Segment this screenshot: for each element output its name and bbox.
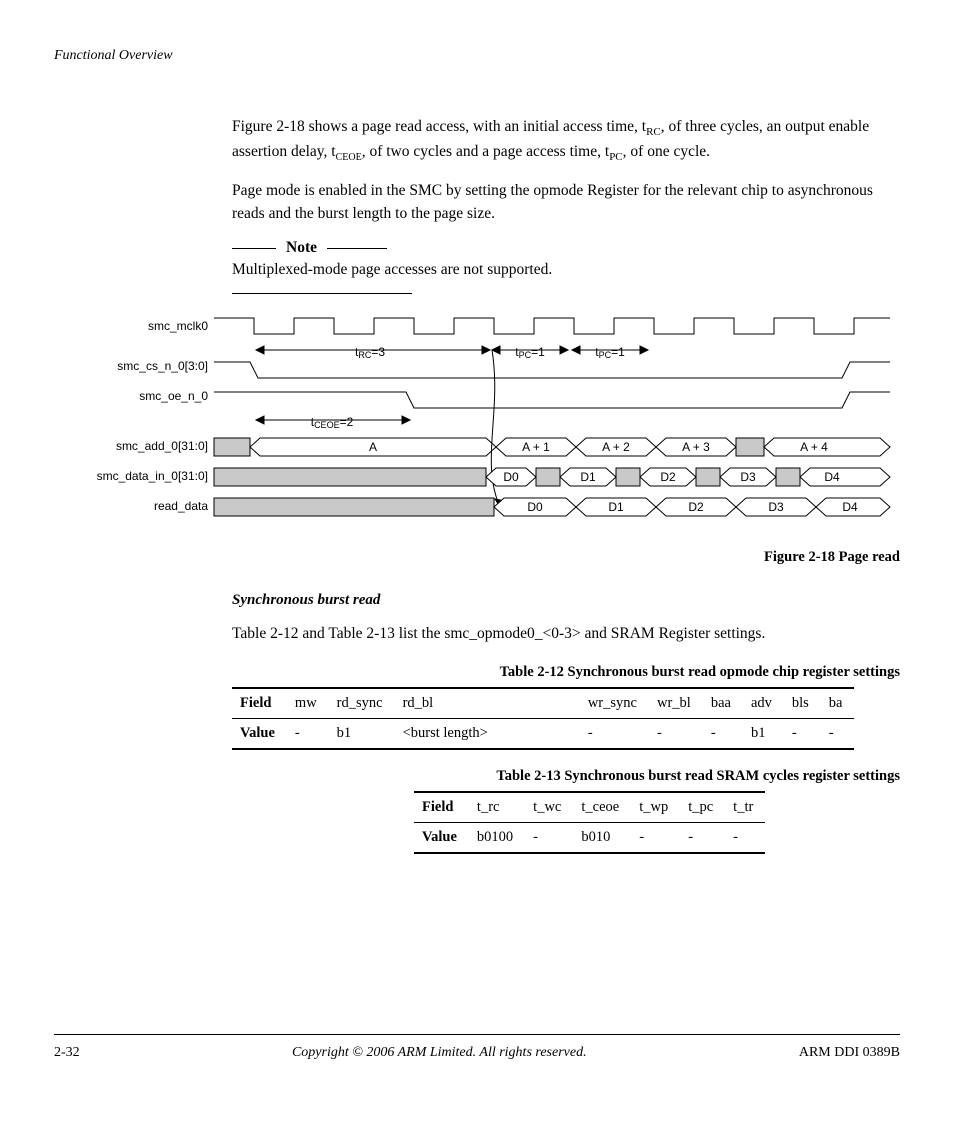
addr-A2: A + 2 — [602, 440, 630, 454]
t13-v3: - — [631, 822, 680, 853]
footer-page-num: 2-32 — [54, 1045, 80, 1061]
p1-c: , of two cycles and a page access time, … — [362, 143, 609, 160]
note-body: Multiplexed-mode page accesses are not s… — [232, 259, 900, 281]
table13-caption: Table 2-13 Synchronous burst read SRAM c… — [54, 768, 900, 785]
p1-d: , of one cycle. — [623, 143, 710, 160]
t13-h5: t_tr — [725, 792, 765, 823]
footer-doc-id: ARM DDI 0389B — [799, 1045, 900, 1061]
t12-v2: <burst length> — [395, 718, 500, 749]
label-tpc2: tPC=1 — [595, 345, 625, 360]
t12-v4: - — [580, 718, 649, 749]
t13-h3: t_wp — [631, 792, 680, 823]
addr-A1: A + 1 — [522, 440, 550, 454]
t12-v8: - — [784, 718, 821, 749]
t12-h8: bls — [784, 688, 821, 719]
sig-label-mclk: smc_mclk0 — [148, 319, 208, 333]
t12-v0: - — [287, 718, 329, 749]
sig-label-cs: smc_cs_n_0[3:0] — [117, 359, 208, 373]
t12-v3 — [500, 718, 580, 749]
table12-caption: Table 2-12 Synchronous burst read opmode… — [54, 664, 900, 681]
figure-caption: Figure 2-18 Page read — [54, 549, 900, 566]
t12-h4: wr_sync — [580, 688, 649, 719]
t12-value-h: Value — [232, 718, 287, 749]
rd-D0: D0 — [527, 500, 543, 514]
t12-h9: ba — [821, 688, 855, 719]
t12-v9: - — [821, 718, 855, 749]
t12-field-h: Field — [232, 688, 287, 719]
paragraph-2: Page mode is enabled in the SMC by setti… — [232, 180, 900, 225]
din-D2: D2 — [660, 470, 676, 484]
t13-v0: b0100 — [469, 822, 525, 853]
t12-v5: - — [649, 718, 703, 749]
p3-text: Table 2-12 and Table 2-13 list the smc_o… — [232, 623, 900, 645]
note-rule-right — [327, 248, 387, 249]
t13-h4: t_pc — [680, 792, 725, 823]
figure-2-18-diagram: smc_mclk0 smc_cs_n_0[3:0] smc_oe_n_0 smc… — [50, 312, 900, 527]
label-tpc1: tPC=1 — [515, 345, 545, 360]
t12-h7: adv — [743, 688, 784, 719]
t12-v6: - — [703, 718, 743, 749]
sig-label-din: smc_data_in_0[31:0] — [97, 469, 208, 483]
din-D0: D0 — [503, 470, 519, 484]
t12-h1: rd_sync — [329, 688, 395, 719]
note-rule-left — [232, 248, 276, 249]
p1-sub1: RC — [646, 126, 661, 138]
t13-h0: t_rc — [469, 792, 525, 823]
note-footer-rule — [232, 293, 412, 294]
subheading-sync-burst-read: Synchronous burst read — [232, 592, 900, 609]
table-2-12: Field mw rd_sync rd_bl wr_sync wr_bl baa… — [232, 687, 854, 750]
addr-A: A — [369, 440, 377, 454]
sig-label-rd: read_data — [154, 499, 208, 513]
din-D3: D3 — [740, 470, 756, 484]
paragraph-3: Table 2-12 and Table 2-13 list the smc_o… — [232, 623, 900, 645]
t12-h5: wr_bl — [649, 688, 703, 719]
rd-D4: D4 — [842, 500, 858, 514]
p1-a: Figure 2-18 shows a page read access, wi… — [232, 118, 646, 135]
t12-v7: b1 — [743, 718, 784, 749]
t13-value-h: Value — [414, 822, 469, 853]
din-D1: D1 — [580, 470, 596, 484]
p1-sub2: CEOE — [336, 152, 362, 163]
rd-D2: D2 — [688, 500, 704, 514]
t13-v5: - — [725, 822, 765, 853]
rd-D1: D1 — [608, 500, 624, 514]
sig-label-oe: smc_oe_n_0 — [139, 389, 208, 403]
t13-v2: b010 — [573, 822, 631, 853]
p2-text: Page mode is enabled in the SMC by setti… — [232, 180, 900, 225]
t13-h1: t_wc — [525, 792, 573, 823]
din-D4: D4 — [824, 470, 840, 484]
t13-v1: - — [525, 822, 573, 853]
paragraph-1: Figure 2-18 shows a page read access, wi… — [232, 116, 900, 166]
t12-v1: b1 — [329, 718, 395, 749]
sig-label-add: smc_add_0[31:0] — [116, 439, 208, 453]
footer-copyright: Copyright © 2006 ARM Limited. All rights… — [292, 1045, 587, 1061]
footer: 2-32 Copyright © 2006 ARM Limited. All r… — [54, 1035, 900, 1061]
t12-h3 — [500, 688, 580, 719]
addr-A4: A + 4 — [800, 440, 828, 454]
label-tceoe: tCEOE=2 — [311, 415, 354, 430]
note-label: Note — [286, 239, 317, 257]
t12-h6: baa — [703, 688, 743, 719]
rd-D3: D3 — [768, 500, 784, 514]
t13-h2: t_ceoe — [573, 792, 631, 823]
running-header: Functional Overview — [54, 48, 900, 64]
addr-A3: A + 3 — [682, 440, 710, 454]
label-trc: tRC=3 — [355, 345, 385, 360]
t12-h2: rd_bl — [395, 688, 500, 719]
note-block: Note Multiplexed-mode page accesses are … — [232, 239, 900, 294]
t12-h0: mw — [287, 688, 329, 719]
table-2-13: Field t_rc t_wc t_ceoe t_wp t_pc t_tr Va… — [414, 791, 765, 854]
t13-v4: - — [680, 822, 725, 853]
p1-sub3: PC — [609, 151, 622, 163]
t13-field-h: Field — [414, 792, 469, 823]
